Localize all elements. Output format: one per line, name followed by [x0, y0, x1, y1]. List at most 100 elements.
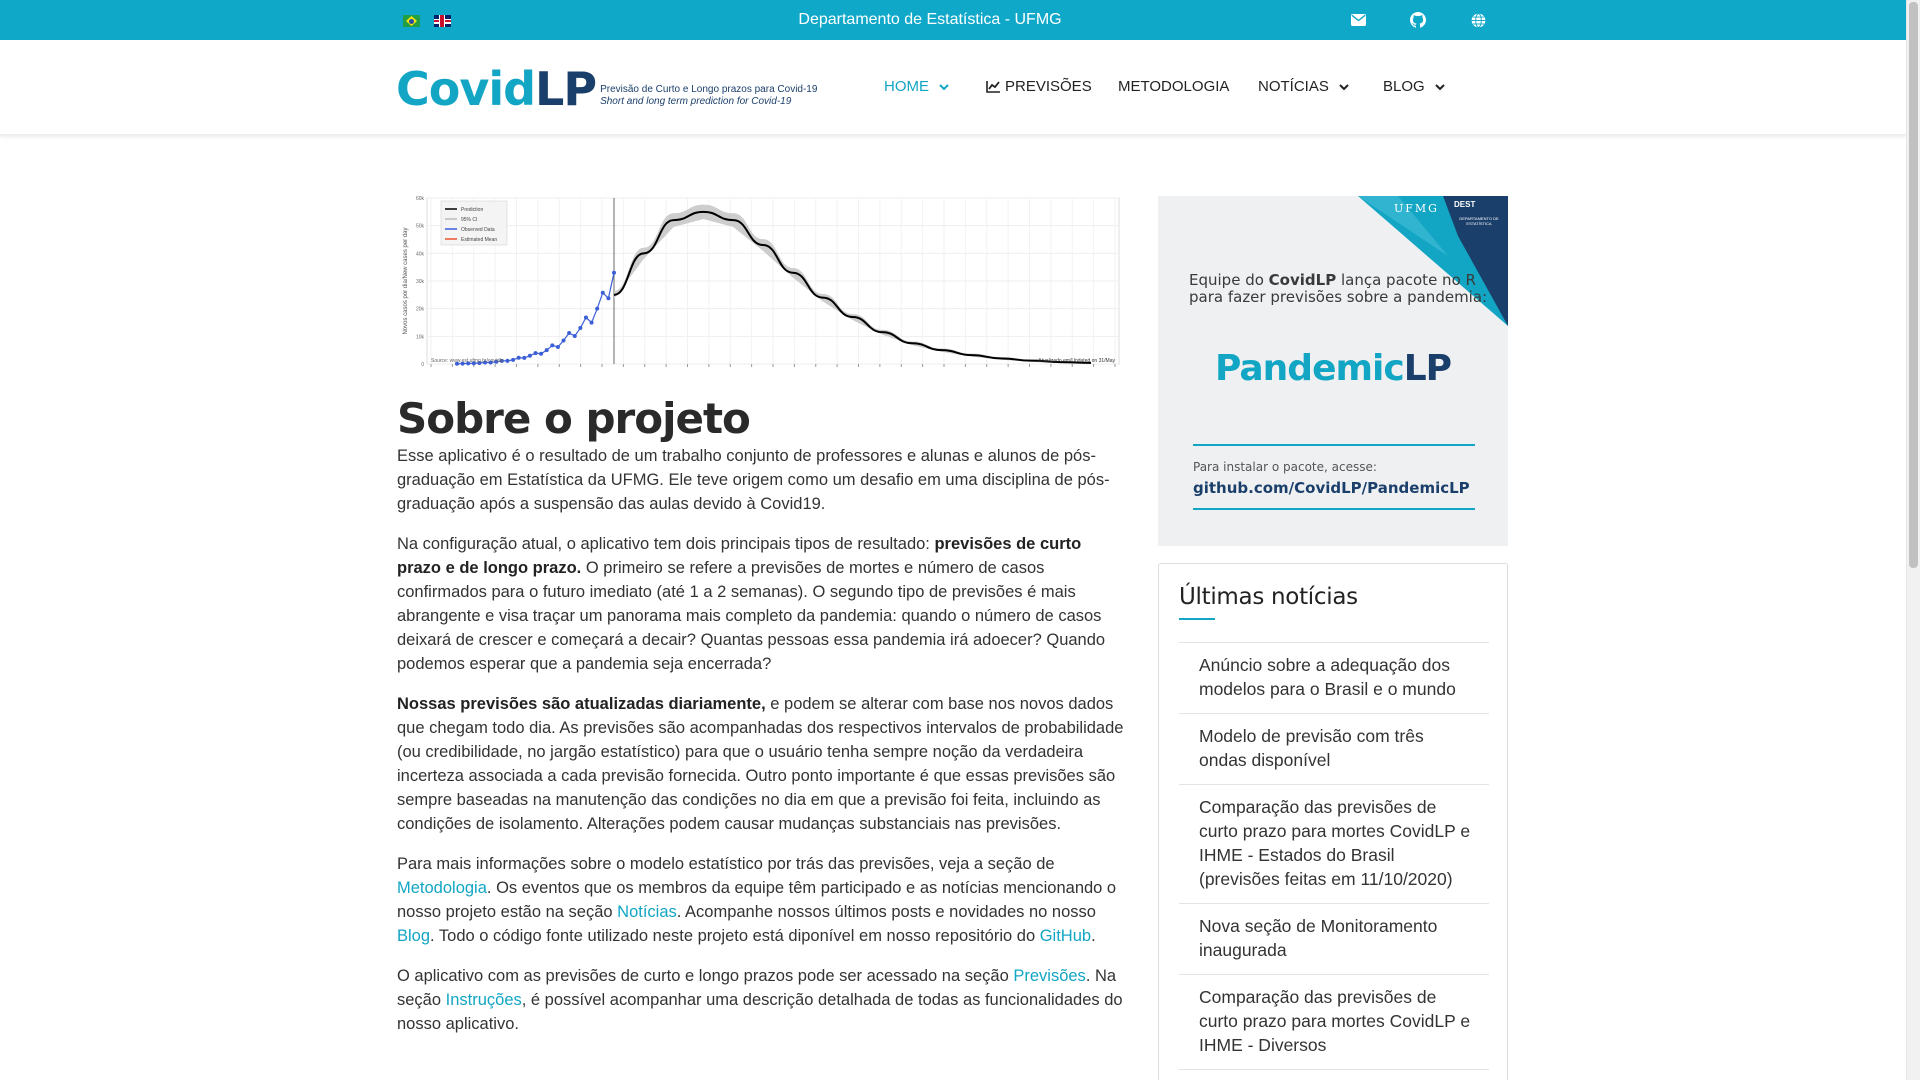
nav-home-label: HOME: [884, 78, 929, 95]
text: .: [1091, 927, 1096, 945]
observed-point: [505, 358, 510, 363]
dest-subtitle: DEPARTAMENTO DE ESTATÍSTICA: [1459, 216, 1499, 226]
link-noticias[interactable]: Notícias: [617, 903, 677, 921]
observed-point: [539, 351, 544, 356]
observed-point: [533, 351, 538, 356]
text-bold: Nossas previsões são atualizadas diariam…: [397, 695, 766, 713]
dest-logo-text: DEST: [1454, 200, 1476, 209]
text: Na configuração atual, o aplicativo tem …: [397, 535, 935, 553]
text: . Todo o código fonte utilizado neste pr…: [430, 927, 1040, 945]
legend-label: Estimated Mean: [461, 237, 497, 243]
observed-point: [583, 315, 588, 320]
chart-updated-label: Atualizado em/Updated on 31/May: [1038, 358, 1115, 364]
top-bar: Departamento de Estatística - UFMG: [0, 0, 1906, 40]
ufmg-logo-text: UFMG: [1394, 202, 1439, 215]
nav-previsoes[interactable]: PREVISÕES: [986, 78, 1092, 95]
prediction-chart: 0 10k 20k 30k 40k 50k 60k Novos casos por dia/N…: [397, 194, 1127, 398]
covidlp-logo[interactable]: Covid LP Previsão de Curto e Longo prazos…: [396, 64, 817, 114]
scrollbar-thumb[interactable]: [1909, 2, 1918, 568]
legend-label: Prediction: [461, 207, 483, 213]
nav-blog-label: BLOG: [1383, 78, 1425, 95]
y-axis-label: Novos casos por dia/New cases per day: [403, 227, 409, 334]
link-metodologia[interactable]: Metodologia: [397, 879, 487, 897]
globe-icon[interactable]: [1468, 10, 1488, 30]
news-list: Anúncio sobre a adequação dos modelos pa…: [1179, 642, 1489, 1070]
chart-source-label: Source: www.est.ufmg.br/covidlp: [431, 358, 504, 364]
nav-noticias-label: NOTÍCIAS: [1258, 78, 1329, 95]
link-instrucoes[interactable]: Instruções: [446, 991, 522, 1009]
observed-point: [522, 355, 527, 360]
text: Pandemic: [1214, 348, 1405, 389]
page-scrollbar[interactable]: [1906, 0, 1920, 1080]
observed-point: [612, 270, 616, 275]
paragraph-app-access: O aplicativo com as previsões de curto e…: [397, 964, 1127, 1036]
link-previsoes[interactable]: Previsões: [1013, 967, 1085, 985]
github-icon[interactable]: [1408, 10, 1428, 30]
department-title: Departamento de Estatística - UFMG: [798, 11, 1062, 28]
y-tick-label: 30k: [416, 279, 425, 285]
news-item[interactable]: Modelo de previsão com três ondas dispon…: [1179, 714, 1489, 785]
pandemiclp-banner[interactable]: UFMG DEST DEPARTAMENTO DE ESTATÍSTICA Eq…: [1158, 196, 1508, 546]
latest-news-panel: Últimas notícias Anúncio sobre a adequaç…: [1158, 563, 1508, 1080]
divider: [1193, 444, 1475, 446]
link-blog[interactable]: Blog: [397, 927, 430, 945]
nav-blog[interactable]: BLOG: [1383, 78, 1446, 95]
title-underline: [1179, 618, 1215, 620]
observed-point: [555, 344, 560, 349]
text: . Acompanhe nossos últimos posts e novid…: [676, 903, 1096, 921]
latest-news-title: Últimas notícias: [1179, 584, 1358, 610]
text-bold: CovidLP: [1268, 271, 1337, 289]
observed-point: [578, 326, 583, 331]
observed-point: [600, 290, 605, 295]
text: Para mais informações sobre o modelo est…: [397, 855, 1055, 873]
divider: [1193, 508, 1475, 510]
paragraph-intro: Esse aplicativo é o resultado de um trab…: [397, 447, 1110, 513]
observed-point: [572, 334, 577, 339]
observed-point: [516, 355, 521, 360]
y-tick-label: 60k: [416, 196, 425, 202]
text: LP: [1403, 348, 1452, 389]
text: O aplicativo com as previsões de curto e…: [397, 967, 1014, 985]
logo-tagline: Previsão de Curto e Longo prazos para Co…: [600, 84, 817, 108]
news-item[interactable]: Anúncio sobre a adequação dos modelos pa…: [1179, 642, 1489, 714]
observed-point: [595, 306, 600, 311]
nav-home[interactable]: HOME: [884, 78, 950, 95]
banner-announcement: Equipe do CovidLP lança pacote no R para…: [1189, 272, 1489, 306]
text: e podem se alterar com base nos novos da…: [397, 695, 1124, 833]
observed-point: [606, 296, 611, 301]
observed-point: [567, 331, 572, 336]
observed-point: [527, 353, 532, 358]
news-item[interactable]: Comparação das previsões de curto prazo …: [1179, 975, 1489, 1070]
observed-point: [561, 338, 566, 343]
legend-label: 95% CI: [461, 217, 477, 223]
tagline-en: Short and long term prediction for Covid…: [600, 96, 792, 107]
prediction-chart-svg: 0 10k 20k 30k 40k 50k 60k Novos casos por dia/N…: [403, 196, 1120, 368]
package-url-link[interactable]: github.com/CovidLP/PandemicLP: [1193, 479, 1470, 497]
line-chart-icon: [986, 81, 1000, 93]
y-tick-label: 20k: [416, 307, 425, 313]
paragraph-more-info: Para mais informações sobre o modelo est…: [397, 852, 1127, 948]
news-item[interactable]: Nova seção de Monitoramento inaugurada: [1179, 904, 1489, 975]
observed-point: [550, 343, 555, 348]
y-tick-label: 0: [421, 362, 424, 368]
pandemiclp-logo: PandemicLP: [1158, 348, 1508, 389]
text: Equipe do: [1189, 271, 1269, 289]
nav-previsoes-label: PREVISÕES: [1005, 78, 1092, 95]
link-github[interactable]: GitHub: [1040, 927, 1091, 945]
y-tick-label: 40k: [416, 251, 425, 257]
paragraph-results: Na configuração atual, o aplicativo tem …: [397, 532, 1127, 676]
mail-icon[interactable]: [1348, 10, 1368, 30]
nav-metodologia-label: METODOLOGIA: [1118, 78, 1230, 95]
paragraph-updates: Nossas previsões são atualizadas diariam…: [397, 692, 1127, 836]
observed-point: [544, 348, 549, 353]
news-item[interactable]: Comparação das previsões de curto prazo …: [1179, 785, 1489, 904]
y-tick-label: 50k: [416, 224, 425, 230]
nav-metodologia[interactable]: METODOLOGIA: [1118, 78, 1229, 95]
main-navbar: Covid LP Previsão de Curto e Longo prazos…: [0, 40, 1906, 135]
chevron-down-icon: [1434, 83, 1445, 90]
nav-noticias[interactable]: NOTÍCIAS: [1258, 78, 1350, 95]
logo-lp-text: LP: [535, 62, 597, 116]
observed-point: [589, 320, 594, 325]
tagline-pt: Previsão de Curto e Longo prazos para Co…: [600, 84, 818, 95]
install-label: Para instalar o pacote, acesse:: [1193, 460, 1377, 474]
